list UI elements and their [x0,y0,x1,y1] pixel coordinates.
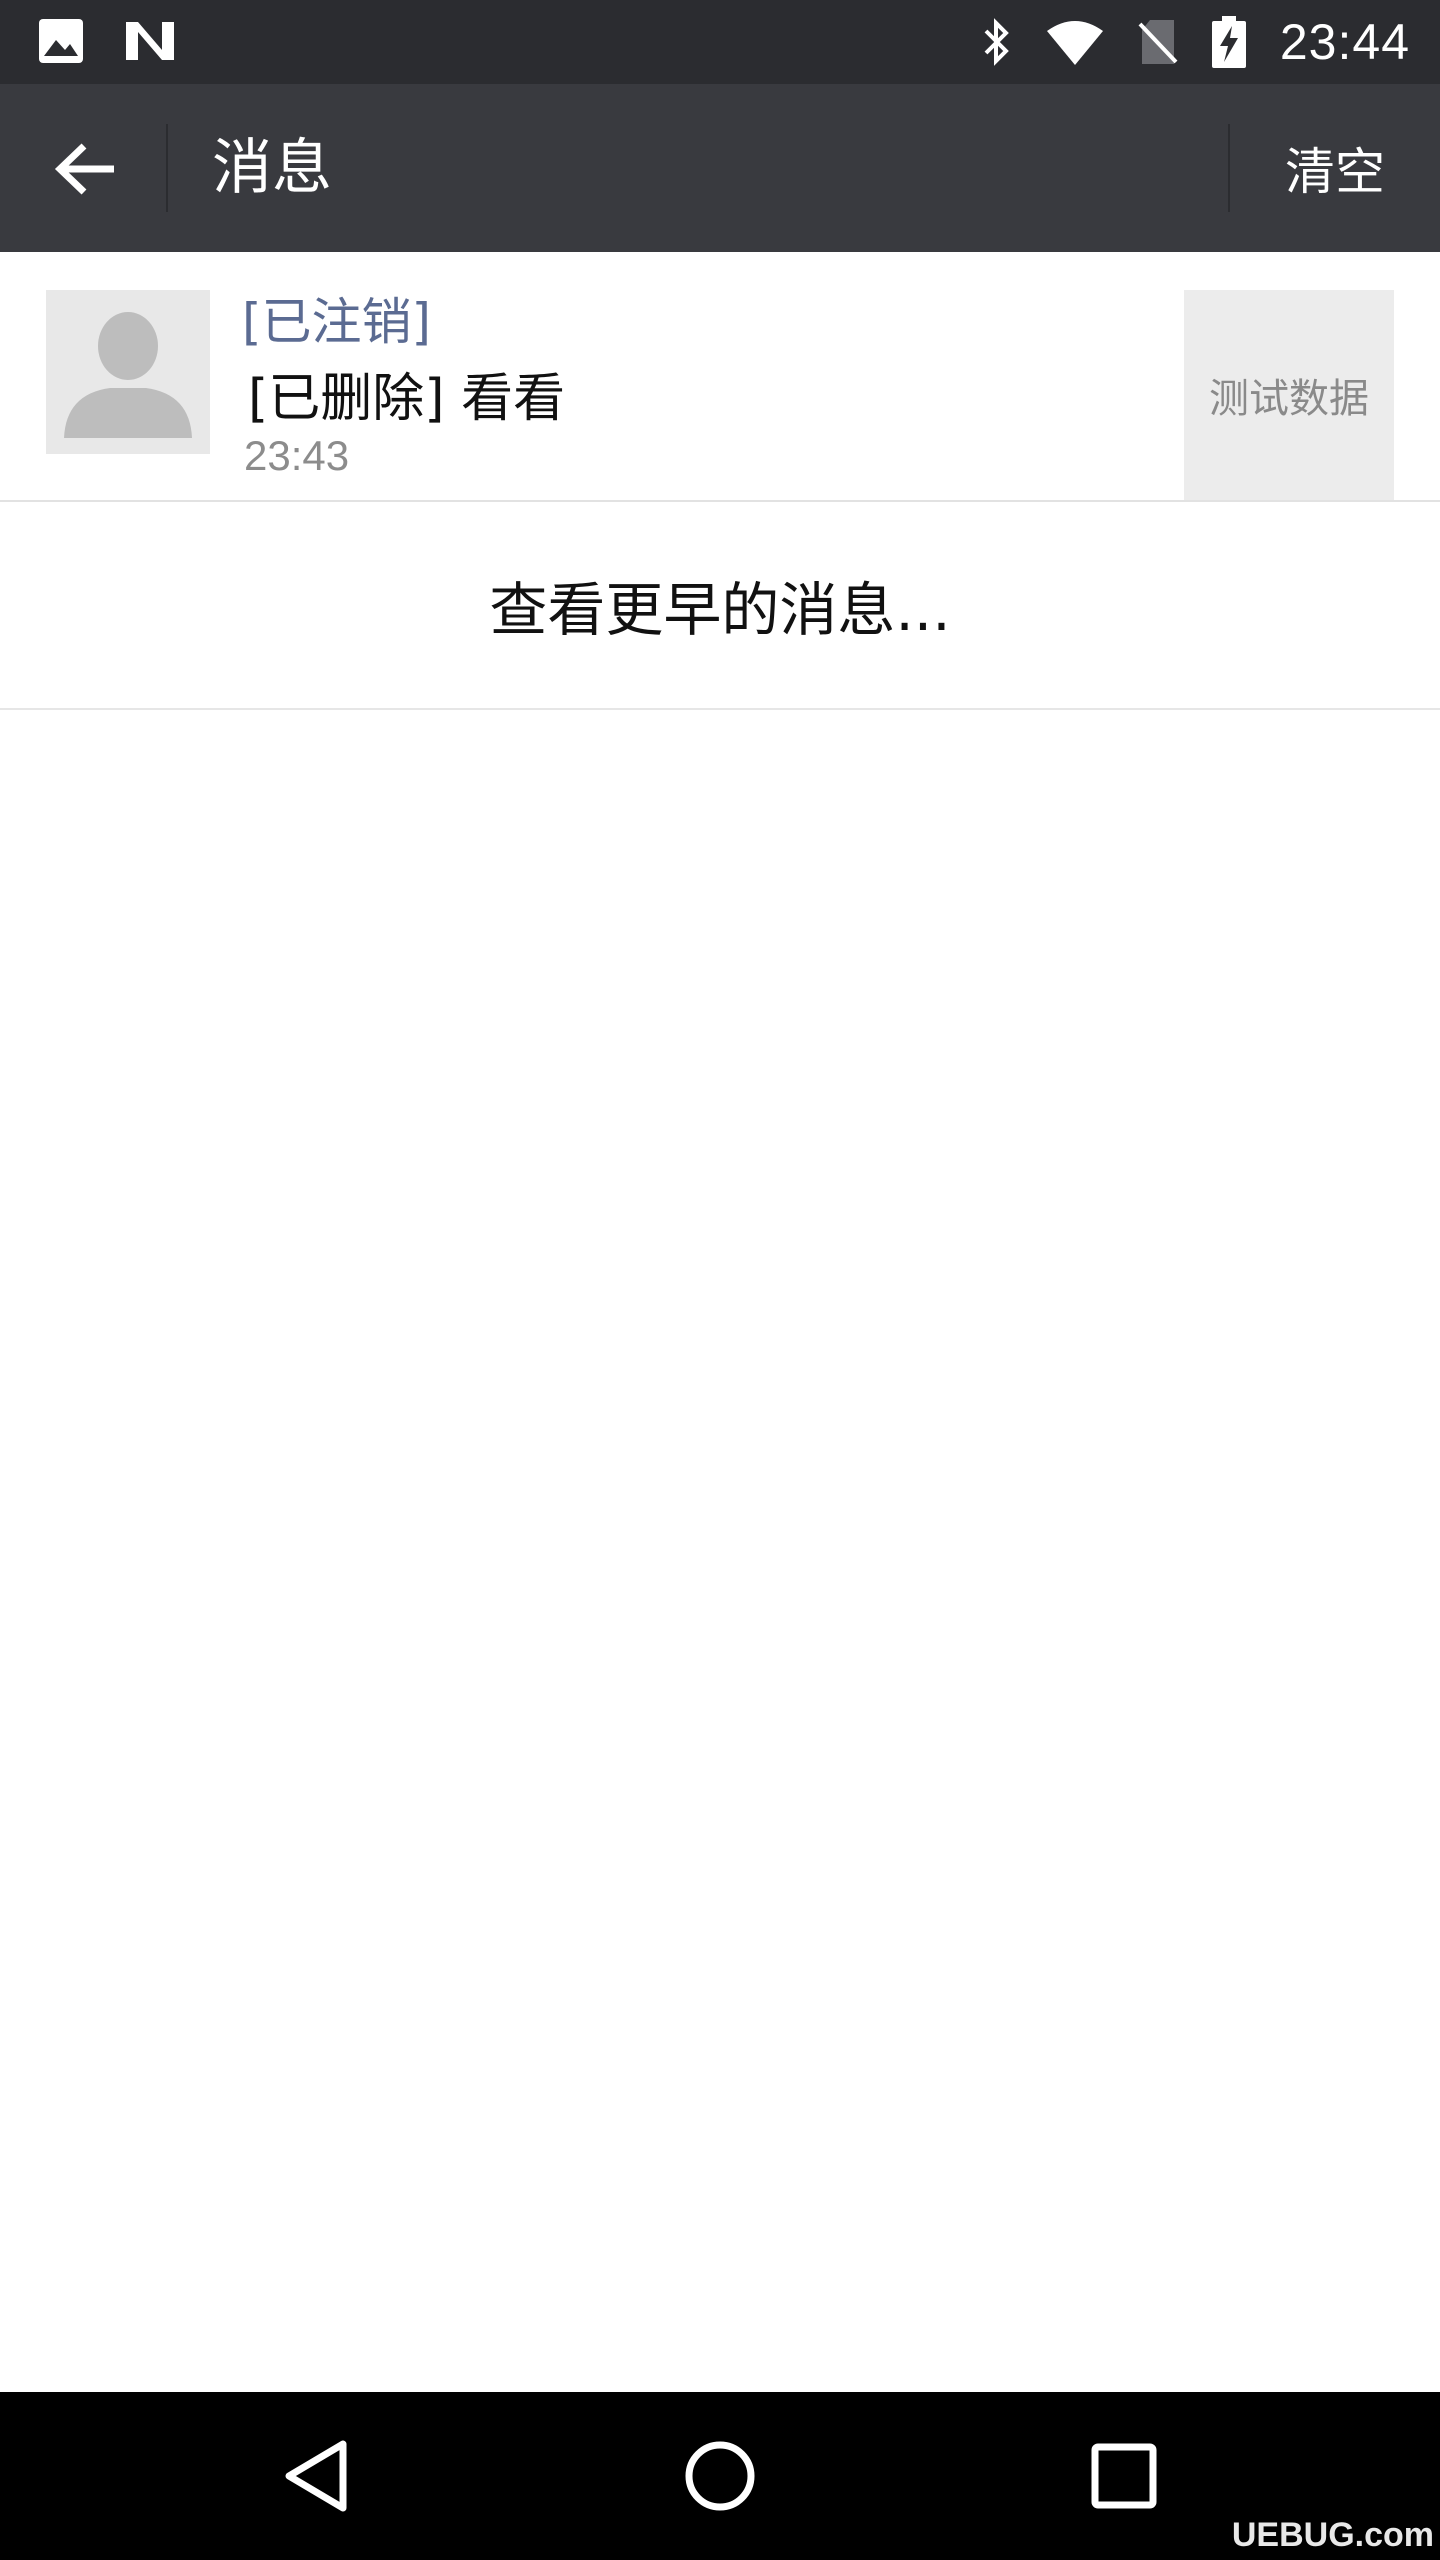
nav-home-button[interactable] [670,2426,770,2526]
thumbnail-text: 测试数据 [1209,376,1369,422]
status-bar: 23:44 [0,0,1440,84]
message-time: 23:43 [244,432,350,479]
back-button[interactable] [40,124,130,214]
nav-back-button[interactable] [266,2426,366,2526]
default-avatar-icon [64,312,192,438]
header-divider [166,124,168,212]
home-circle-icon [685,2441,755,2511]
battery-charging-icon [1211,16,1246,68]
n-icon [124,20,176,62]
load-earlier-label: 查看更早的消息... [489,576,951,644]
avatar[interactable] [46,290,210,454]
arrow-left-icon [54,143,114,195]
message-content: [已删除] 看看 [248,369,566,429]
page-title: 消息 [212,133,332,203]
wifi-icon [1046,19,1104,65]
title-bar: 消息 清空 [0,84,1440,252]
nav-recents-button[interactable] [1074,2426,1174,2526]
clear-button[interactable]: 清空 [1230,84,1440,252]
message-sender-name[interactable]: [已注销] [242,282,431,354]
status-time: 23:44 [1279,14,1410,70]
back-triangle-icon [285,2440,347,2512]
recents-square-icon [1091,2443,1157,2509]
bluetooth-icon [982,17,1012,67]
load-earlier-button[interactable]: 查看更早的消息... [0,502,1440,710]
message-item[interactable]: [已注销] [已删除] 看看 23:43 测试数据 [0,252,1440,502]
image-icon [38,18,84,64]
no-sim-icon [1138,18,1178,66]
message-thumbnail[interactable]: 测试数据 [1184,290,1394,500]
navigation-bar [0,2392,1440,2560]
watermark: UEBUG.com [1231,2516,1434,2554]
